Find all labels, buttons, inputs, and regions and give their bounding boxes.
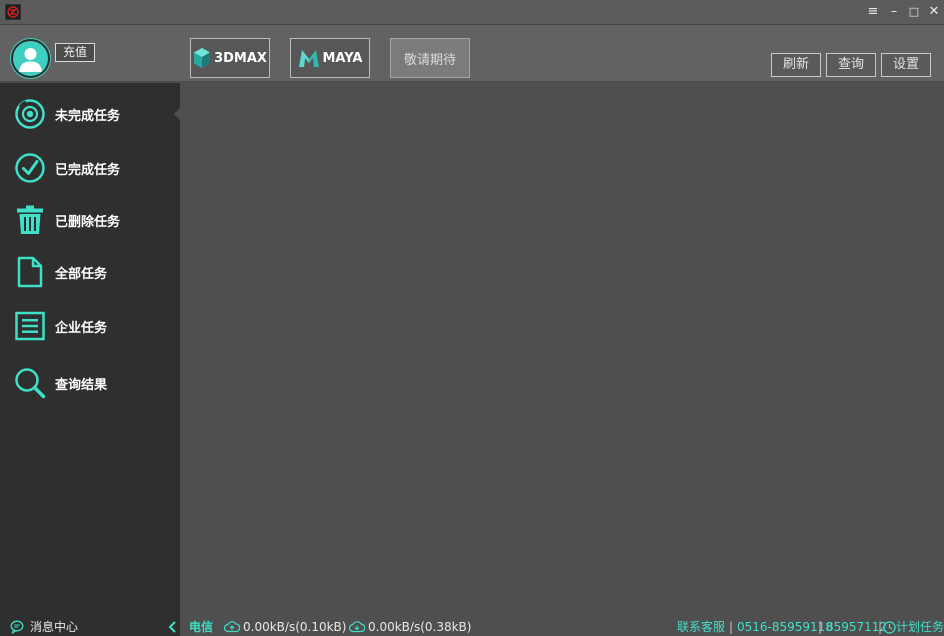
contact-support-link[interactable]: 联系客服: [677, 619, 725, 636]
menu-icon[interactable]: ≡: [864, 3, 882, 21]
query-button[interactable]: 查询: [826, 53, 876, 77]
search-icon: [15, 368, 46, 399]
sidebar-item-enterprise[interactable]: 企业任务: [0, 301, 180, 351]
sidebar: 未完成任务 已完成任务 已删除任务 全部任务 企业任务 查询结果: [0, 83, 180, 636]
task-list-panel[interactable]: [180, 83, 944, 618]
pending-task-icon: [15, 99, 45, 129]
maya-logo-icon: [298, 50, 319, 67]
collapse-sidebar-icon[interactable]: [167, 620, 177, 634]
maximize-button[interactable]: □: [905, 3, 923, 21]
maya-label: MAYA: [322, 50, 363, 66]
header-bar: 充值 3DMAX MAYA 敬请期待 刷新 查询 设置: [0, 25, 944, 82]
title-bar: ≡ – □ ✕: [0, 0, 944, 25]
clock-icon: [883, 621, 896, 634]
avatar[interactable]: [11, 39, 50, 78]
list-document-icon: [15, 311, 45, 341]
sidebar-item-search-results[interactable]: 查询结果: [0, 358, 180, 408]
3dmax-button[interactable]: 3DMAX: [190, 38, 270, 78]
download-icon: [349, 621, 365, 633]
sidebar-item-label: 全部任务: [55, 266, 108, 282]
upload-icon: [224, 621, 240, 633]
sidebar-item-label: 未完成任务: [55, 108, 121, 124]
upload-rate: 0.00kB/s(0.10kB): [243, 620, 347, 634]
sidebar-item-label: 已完成任务: [55, 162, 121, 178]
check-circle-icon: [15, 153, 45, 183]
sidebar-item-label: 企业任务: [55, 320, 108, 336]
message-center-link[interactable]: 消息中心: [30, 619, 78, 636]
sidebar-item-pending[interactable]: 未完成任务: [0, 89, 180, 139]
message-icon: [10, 620, 24, 634]
sidebar-item-all[interactable]: 全部任务: [0, 247, 180, 297]
download-rate: 0.00kB/s(0.38kB): [368, 620, 472, 634]
document-icon: [17, 256, 43, 288]
user-icon: [19, 48, 42, 72]
network-label: 电信: [189, 620, 214, 634]
trash-icon: [17, 205, 43, 234]
settings-button[interactable]: 设置: [881, 53, 931, 77]
3dmax-logo-icon: [194, 48, 211, 68]
app-logo-icon: [5, 4, 21, 20]
3dmax-label: 3DMAX: [214, 50, 267, 66]
divider: |: [729, 620, 734, 634]
divider: |: [878, 620, 883, 634]
app-window: ≡ – □ ✕ 充值 3DMAX MAYA 敬请期待 刷新 查询 设置 未完成任…: [0, 0, 944, 636]
sidebar-item-label: 查询结果: [55, 377, 108, 393]
coming-soon-button: 敬请期待: [390, 38, 470, 78]
sidebar-item-deleted[interactable]: 已删除任务: [0, 195, 180, 245]
status-bar-left: [0, 618, 180, 636]
coming-soon-label: 敬请期待: [403, 52, 456, 68]
maya-button[interactable]: MAYA: [290, 38, 370, 78]
sidebar-item-label: 已删除任务: [55, 214, 121, 230]
close-button[interactable]: ✕: [925, 3, 943, 21]
refresh-button[interactable]: 刷新: [771, 53, 821, 77]
scheduled-task-link[interactable]: 计划任务: [896, 619, 944, 636]
recharge-button[interactable]: 充值: [55, 43, 95, 62]
divider: |: [818, 620, 823, 634]
sidebar-item-completed[interactable]: 已完成任务: [0, 143, 180, 193]
minimize-button[interactable]: –: [885, 3, 903, 21]
